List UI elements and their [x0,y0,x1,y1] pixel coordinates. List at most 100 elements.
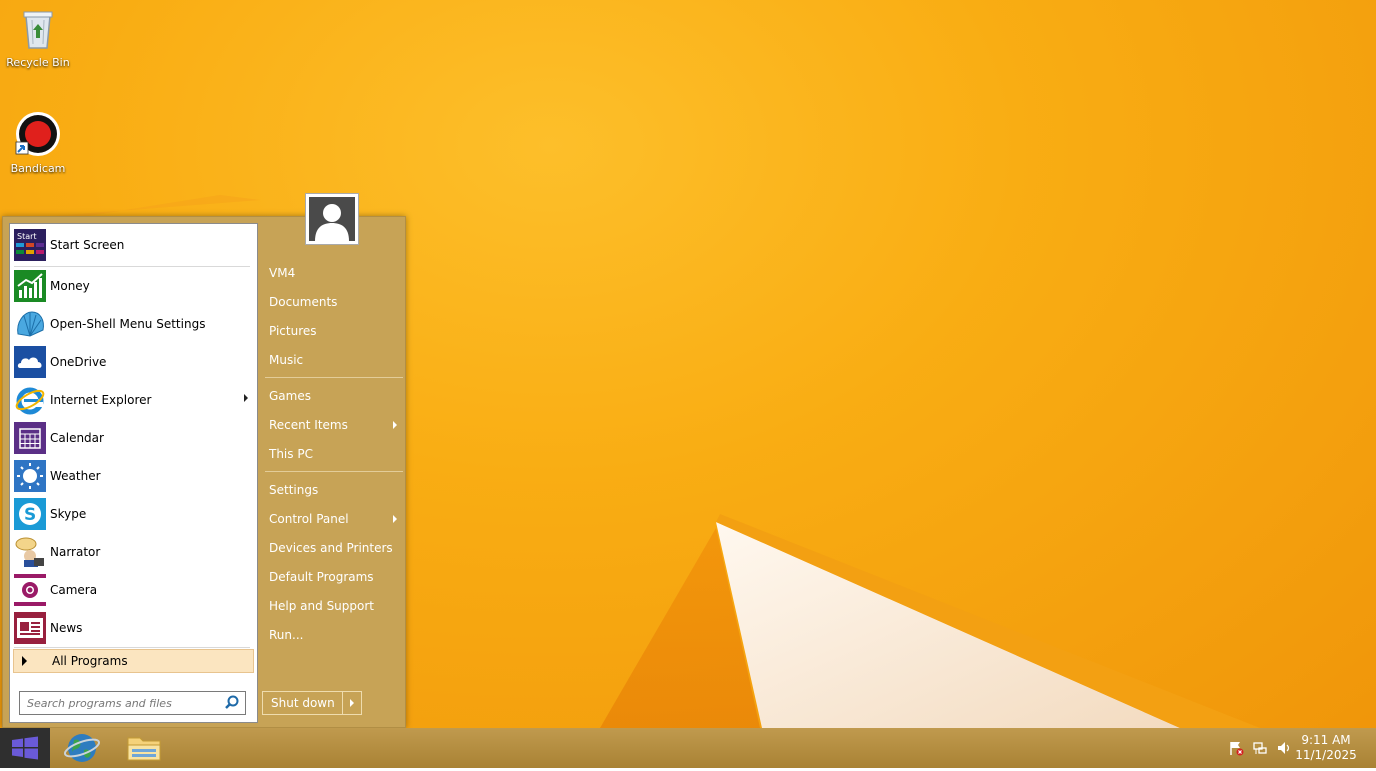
right-item-label: Settings [269,483,319,497]
right-item-music[interactable]: Music [269,348,403,372]
program-weather[interactable]: Weather [14,459,252,493]
program-label: Narrator [50,545,101,559]
desktop-icon-bandicam[interactable]: Bandicam [2,110,74,175]
desktop-icon-recycle-bin[interactable]: Recycle Bin [2,4,74,69]
right-item-games[interactable]: Games [269,384,403,408]
shutdown-control: Shut down [262,691,362,715]
recycle-bin-icon [14,4,62,52]
submenu-arrow-icon [393,421,397,429]
right-item-label: VM4 [269,266,296,280]
right-item-control-panel[interactable]: Control Panel [269,507,403,531]
right-item-settings[interactable]: Settings [269,478,403,502]
clock[interactable]: 9:11 AM 11/1/2025 [1294,733,1358,763]
submenu-arrow-icon [244,394,248,402]
start-screen-icon: Start [14,229,46,261]
program-skype[interactable]: S Skype [14,497,252,531]
right-item-label: Default Programs [269,570,374,584]
search-icon[interactable] [223,694,241,712]
taskbar: 9:11 AM 11/1/2025 [0,728,1376,768]
program-start-screen[interactable]: Start Start Screen [14,228,252,262]
program-label: OneDrive [50,355,107,369]
internet-globe-icon [63,734,101,762]
user-picture[interactable] [305,193,359,245]
right-item-label: Documents [269,295,338,309]
right-item-label: Recent Items [269,418,348,432]
right-item-help-and-support[interactable]: Help and Support [269,594,403,618]
right-item-vm4[interactable]: VM4 [269,261,403,285]
program-news[interactable]: News [14,611,252,645]
camera-icon [14,574,46,606]
clock-time: 9:11 AM [1301,733,1351,747]
clock-date: 11/1/2025 [1295,748,1357,762]
calendar-icon [14,422,46,454]
windows-logo-icon [12,736,38,760]
separator [14,647,250,648]
start-menu: Start Start Screen Money Open-Shell Menu… [2,193,406,728]
file-explorer-icon [127,737,161,761]
narrator-icon [14,536,46,568]
shutdown-options-button[interactable] [343,692,361,714]
bandicam-icon [14,110,62,158]
chevron-right-icon [350,699,354,707]
program-open-shell-menu-settings[interactable]: Open-Shell Menu Settings [14,307,252,341]
right-item-pictures[interactable]: Pictures [269,319,403,343]
right-item-label: Run... [269,628,304,642]
onedrive-icon [14,346,46,378]
right-item-label: Music [269,353,304,367]
start-button[interactable] [0,728,50,768]
program-money[interactable]: Money [14,269,252,303]
program-label: Money [50,279,90,293]
start-menu-programs-pane: Start Start Screen Money Open-Shell Menu… [9,223,258,723]
desktop-icon-label: Bandicam [10,162,66,175]
program-label: Camera [50,583,98,597]
right-item-run[interactable]: Run... [269,623,403,647]
program-onedrive[interactable]: OneDrive [14,345,252,379]
right-item-documents[interactable]: Documents [269,290,403,314]
shell-icon [14,308,46,340]
separator [14,266,250,267]
network-icon[interactable] [1252,740,1268,756]
volume-icon[interactable] [1276,740,1292,756]
all-programs-button[interactable]: All Programs [13,649,254,673]
news-icon [14,612,46,644]
skype-icon: S [14,498,46,530]
search-box[interactable] [19,691,246,715]
program-label: News [50,621,83,635]
separator [265,377,403,378]
all-programs-arrow-icon [22,656,27,666]
program-label: Calendar [50,431,104,445]
program-camera[interactable]: Camera [14,573,252,607]
program-label: Start Screen [50,238,125,252]
weather-icon [14,460,46,492]
program-label: Skype [50,507,87,521]
right-item-label: Help and Support [269,599,374,613]
start-screen-icon-text: Start [17,232,37,241]
right-item-label: Devices and Printers [269,541,393,555]
submenu-arrow-icon [393,515,397,523]
desktop-icon-label: Recycle Bin [6,56,70,69]
program-internet-explorer[interactable]: Internet Explorer [14,383,252,417]
search-input[interactable] [25,695,223,711]
right-item-this-pc[interactable]: This PC [269,442,403,466]
user-avatar-icon [309,197,355,241]
program-label: Weather [50,469,101,483]
right-item-label: Pictures [269,324,317,338]
right-item-label: Games [269,389,311,403]
program-label: Internet Explorer [50,393,152,407]
action-center-flag-icon[interactable] [1228,740,1244,756]
taskbar-file-explorer[interactable] [118,728,170,768]
right-item-devices-and-printers[interactable]: Devices and Printers [269,536,403,560]
right-item-label: This PC [269,447,313,461]
shutdown-button[interactable]: Shut down [263,692,343,714]
system-tray: 9:11 AM 11/1/2025 [1216,728,1376,768]
right-item-recent-items[interactable]: Recent Items [269,413,403,437]
svg-text:S: S [24,505,36,525]
right-item-label: Control Panel [269,512,349,526]
taskbar-internet-globe[interactable] [56,728,108,768]
all-programs-label: All Programs [52,654,128,668]
internet-explorer-icon [14,384,46,416]
program-calendar[interactable]: Calendar [14,421,252,455]
right-item-default-programs[interactable]: Default Programs [269,565,403,589]
program-narrator[interactable]: Narrator [14,535,252,569]
separator [265,471,403,472]
